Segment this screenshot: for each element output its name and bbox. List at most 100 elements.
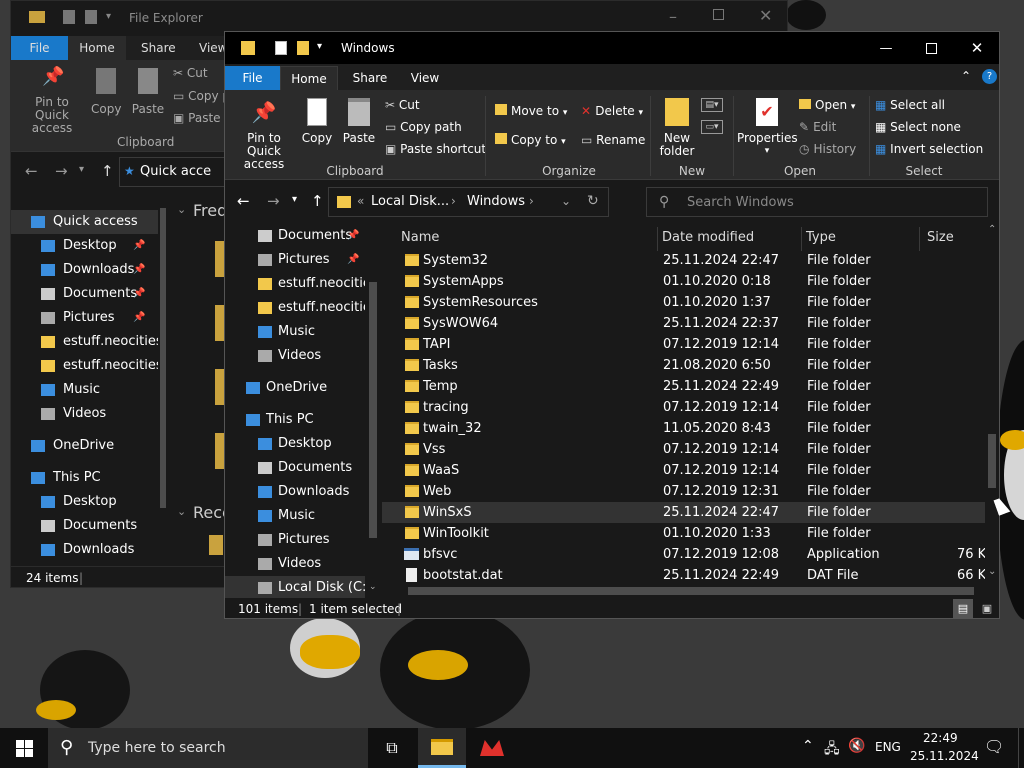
scroll-up-icon[interactable]: ⌃ <box>988 224 996 235</box>
cut-button[interactable]: ✂ Cut <box>385 96 420 114</box>
address-bar[interactable]: « Local Disk... › Windows › ⌄ ↻ <box>328 187 609 217</box>
sidebar-item[interactable]: Videos <box>41 402 106 426</box>
breadcrumb-local-disk[interactable]: Local Disk... <box>371 194 449 209</box>
minimize-button[interactable]: — <box>863 32 909 64</box>
sidebar-item[interactable]: Desktop <box>41 490 117 514</box>
sidebar-item[interactable]: Pictures 📌 <box>258 248 359 272</box>
sidebar-item[interactable]: Music <box>258 504 315 528</box>
sidebar-item[interactable]: Downloads 📌 <box>41 258 145 282</box>
sidebar-item[interactable]: Downloads <box>258 480 349 504</box>
properties-icon[interactable] <box>275 41 287 55</box>
maximize-button[interactable] <box>713 9 724 20</box>
minimize-button[interactable]: – <box>669 7 677 26</box>
paste-shortcut-button[interactable]: ▣ Paste s <box>173 111 231 125</box>
cut-button[interactable]: ✂ Cut <box>173 66 208 80</box>
taskbar-search-input[interactable]: Type here to search <box>88 740 226 756</box>
back-address-bar[interactable]: ★ Quick acce <box>119 157 229 187</box>
select-all-button[interactable]: ▦ Select all <box>875 96 945 114</box>
paste-button[interactable]: Paste <box>339 98 379 145</box>
up-arrow-icon[interactable]: ↑ <box>101 162 114 180</box>
sidebar-item[interactable]: Pictures 📌 <box>41 306 145 330</box>
file-row[interactable]: Web 07.12.2019 12:31 File folder <box>382 481 985 502</box>
rename-button[interactable]: ▭ Rename <box>581 131 645 149</box>
recent-locations-dropdown-icon[interactable]: ▾ <box>292 194 297 205</box>
sidebar-item[interactable]: Documents <box>258 456 352 480</box>
file-row[interactable]: TAPI 07.12.2019 12:14 File folder <box>382 334 985 355</box>
tab-file[interactable]: File <box>11 36 68 60</box>
file-row[interactable]: Tasks 21.08.2020 6:50 File folder <box>382 355 985 376</box>
sidebar-item[interactable]: Documents <box>41 514 137 538</box>
file-row[interactable]: tracing 07.12.2019 12:14 File folder <box>382 397 985 418</box>
sidebar-item[interactable]: Pictures <box>258 528 329 552</box>
breadcrumb-chevron-icon[interactable]: › <box>529 194 534 208</box>
taskbar-app-red[interactable] <box>470 728 514 768</box>
copy-path-button[interactable]: ▭ Copy p <box>173 89 230 103</box>
sidebar-item[interactable]: OneDrive <box>31 434 114 458</box>
new-folder-button[interactable]: New folder <box>655 98 699 158</box>
large-icons-view-icon[interactable]: ▣ <box>977 599 997 618</box>
clock-time[interactable]: 22:49 <box>923 731 958 745</box>
scroll-down-icon[interactable]: ⌄ <box>988 566 996 577</box>
sidebar-item[interactable]: Music <box>258 320 315 344</box>
sidebar-item[interactable]: Desktop 📌 <box>41 234 145 258</box>
address-overflow[interactable]: « <box>357 194 364 208</box>
sidebar-item[interactable]: Downloads <box>41 538 134 562</box>
back-nav-scrollbar[interactable] <box>158 206 168 566</box>
tab-file[interactable]: File <box>225 66 280 90</box>
sidebar-item[interactable]: Local Disk (C:) <box>225 576 371 598</box>
search-input[interactable]: Search Windows <box>687 195 794 210</box>
select-none-button[interactable]: ▦ Select none <box>875 118 961 136</box>
clock-date[interactable]: 25.11.2024 <box>910 749 979 763</box>
start-button[interactable] <box>0 728 48 768</box>
nav-pane-scrollbar[interactable]: ⌄ <box>365 222 382 598</box>
file-row[interactable]: WaaS 07.12.2019 12:14 File folder <box>382 460 985 481</box>
file-list-hscrollbar[interactable] <box>382 584 985 598</box>
sidebar-item[interactable]: OneDrive <box>246 376 327 400</box>
paste-shortcut-button[interactable]: ▣ Paste shortcut <box>385 140 486 158</box>
properties-icon[interactable] <box>63 10 75 24</box>
column-date-modified[interactable]: Date modified <box>662 230 754 245</box>
file-list-vscrollbar[interactable]: ⌃ ⌄ <box>985 222 999 584</box>
history-button[interactable]: ◷ History <box>799 140 856 158</box>
qat-dropdown-icon[interactable]: ▾ <box>317 41 322 52</box>
pin-quick-access-button[interactable]: 📌 Pin to Quick access <box>17 66 87 135</box>
file-row[interactable]: bfsvc 07.12.2019 12:08 Application 76 KI <box>382 544 990 565</box>
file-row[interactable]: SysWOW64 25.11.2024 22:37 File folder <box>382 313 985 334</box>
address-history-dropdown-icon[interactable]: ⌄ <box>561 194 571 208</box>
edit-button[interactable]: ✎ Edit <box>799 118 836 136</box>
collapse-ribbon-icon[interactable]: ⌃ <box>961 69 971 83</box>
column-type[interactable]: Type <box>806 230 836 245</box>
file-row[interactable]: SystemResources 01.10.2020 1:37 File folde… <box>382 292 985 313</box>
file-row[interactable]: twain_32 11.05.2020 8:43 File folder <box>382 418 985 439</box>
column-size[interactable]: Size <box>927 230 954 245</box>
back-titlebar[interactable]: ▾ File Explorer – ✕ <box>11 1 787 35</box>
sidebar-item[interactable]: Videos <box>258 344 321 368</box>
task-view-button[interactable]: ⧉ <box>372 728 412 768</box>
delete-button[interactable]: ✕ Delete ▾ <box>581 102 643 120</box>
column-divider[interactable] <box>801 227 802 251</box>
refresh-icon[interactable]: ↻ <box>587 193 599 209</box>
sidebar-item[interactable]: estuff.neocities <box>41 330 163 354</box>
forward-arrow-icon[interactable]: → <box>267 192 280 210</box>
sidebar-item[interactable]: estuff.neocities <box>258 272 378 296</box>
sidebar-item[interactable]: Documents 📌 <box>41 282 145 306</box>
sidebar-item[interactable]: estuff.neocities <box>258 296 378 320</box>
tab-home[interactable]: Home <box>280 66 338 90</box>
column-divider[interactable] <box>657 227 658 251</box>
input-language[interactable]: ENG <box>875 740 901 754</box>
details-view-icon[interactable]: ▤ <box>953 599 973 618</box>
show-hidden-icons-chevron-icon[interactable]: ⌃ <box>802 738 814 754</box>
move-to-button[interactable]: Move to ▾ <box>495 102 567 120</box>
qat-dropdown-icon[interactable]: ▾ <box>106 11 111 22</box>
show-desktop-button[interactable] <box>1018 728 1024 768</box>
volume-muted-icon[interactable]: 🔇 <box>848 738 865 754</box>
column-name[interactable]: Name <box>401 230 439 245</box>
file-row[interactable]: SystemApps 01.10.2020 0:18 File folder <box>382 271 985 292</box>
tab-share[interactable]: Share <box>345 66 395 90</box>
new-folder-icon[interactable] <box>85 10 97 24</box>
close-button[interactable]: ✕ <box>759 6 772 25</box>
sidebar-item[interactable]: Videos <box>258 552 321 576</box>
windows-folder-explorer-window[interactable]: ▾ Windows — ✕ File Home Share View ⌃ ? 📌… <box>224 31 1000 619</box>
file-row[interactable]: Vss 07.12.2019 12:14 File folder <box>382 439 985 460</box>
titlebar[interactable]: ▾ Windows — ✕ <box>225 32 999 64</box>
